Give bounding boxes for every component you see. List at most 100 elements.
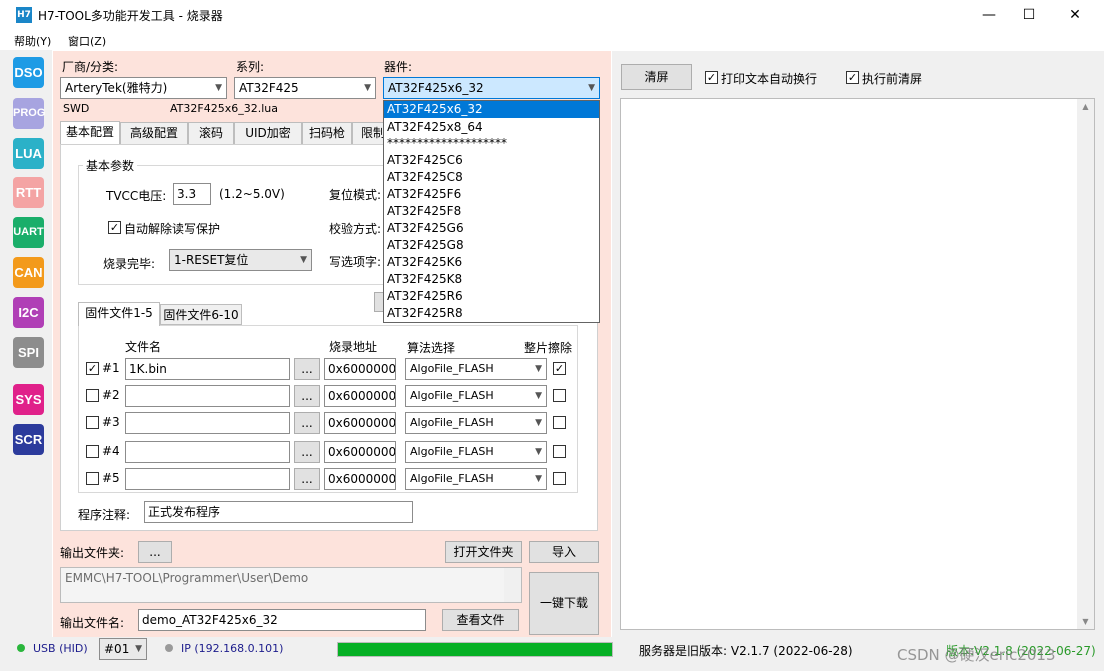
address-input[interactable]: 0x60000000 xyxy=(324,358,396,380)
device-select[interactable]: AT32F425x6_32 ▼ xyxy=(383,77,600,99)
address-header: 烧录地址 xyxy=(329,340,378,354)
ip-status: IP (192.168.0.101) xyxy=(181,642,284,655)
auto-wrap-checkbox[interactable]: ✓ xyxy=(705,71,718,84)
sidebar-button-spi[interactable]: SPI xyxy=(13,337,44,368)
lua-file-label: AT32F425x6_32.lua xyxy=(170,102,278,115)
output-folder-browse-button[interactable]: ... xyxy=(138,541,172,563)
file-enable-checkbox[interactable] xyxy=(86,472,99,485)
chevron-down-icon: ▼ xyxy=(135,644,142,654)
window-title: H7-TOOL多功能开发工具 - 烧录器 xyxy=(38,9,223,23)
filename-header: 文件名 xyxy=(125,340,162,354)
file-enable-checkbox[interactable]: ✓ xyxy=(86,362,99,375)
comment-label: 程序注释: xyxy=(78,508,131,522)
log-output[interactable]: ▲ ▼ xyxy=(620,98,1095,630)
tab-uid-encrypt[interactable]: UID加密 xyxy=(234,122,302,145)
menu-window[interactable]: 窗口(Z) xyxy=(68,33,106,49)
address-input[interactable]: 0x60000000 xyxy=(324,468,396,490)
sidebar-button-i2c[interactable]: I2C xyxy=(13,297,44,328)
algorithm-select[interactable]: AlgoFile_FLASH ▼ xyxy=(405,385,547,407)
erase-checkbox[interactable] xyxy=(553,389,566,402)
dropdown-option[interactable]: AT32F425x8_64 xyxy=(384,119,599,136)
output-name-input[interactable]: demo_AT32F425x6_32 xyxy=(138,609,426,631)
algorithm-select[interactable]: AlgoFile_FLASH ▼ xyxy=(405,358,547,380)
algorithm-select[interactable]: AlgoFile_FLASH ▼ xyxy=(405,468,547,490)
dropdown-option[interactable]: AT32F425C6 xyxy=(384,152,599,169)
address-input[interactable]: 0x60000000 xyxy=(324,441,396,463)
algorithm-select[interactable]: AlgoFile_FLASH ▼ xyxy=(405,412,547,434)
tab-scanner[interactable]: 扫码枪 xyxy=(302,122,352,145)
close-button[interactable]: ✕ xyxy=(1052,0,1098,30)
algorithm-select[interactable]: AlgoFile_FLASH ▼ xyxy=(405,441,547,463)
browse-file-button[interactable]: ... xyxy=(294,358,320,380)
clear-screen-button[interactable]: 清屏 xyxy=(621,64,692,90)
filename-input[interactable] xyxy=(125,468,290,490)
dropdown-option[interactable]: ******************** xyxy=(384,135,599,152)
dropdown-option[interactable]: AT32F425F6 xyxy=(384,186,599,203)
address-input[interactable]: 0x60000000 xyxy=(324,385,396,407)
sidebar-button-lua[interactable]: LUA xyxy=(13,138,44,169)
dropdown-option[interactable]: AT32F425C8 xyxy=(384,169,599,186)
auto-unlock-checkbox[interactable]: ✓ xyxy=(108,221,121,234)
auto-unlock-label: 自动解除读写保护 xyxy=(124,222,221,236)
one-click-download-button[interactable]: 一键下载 xyxy=(529,572,599,635)
log-scrollbar[interactable]: ▲ ▼ xyxy=(1077,99,1094,629)
comment-input[interactable]: 正式发布程序 xyxy=(144,501,413,523)
maximize-button[interactable]: ☐ xyxy=(1006,0,1052,30)
browse-file-button[interactable]: ... xyxy=(294,468,320,490)
sidebar-button-sys[interactable]: SYS xyxy=(13,384,44,415)
filename-input[interactable] xyxy=(125,412,290,434)
algorithm-header: 算法选择 xyxy=(407,341,456,355)
series-label: 系列: xyxy=(236,60,265,74)
browse-file-button[interactable]: ... xyxy=(294,412,320,434)
vendor-select[interactable]: ArteryTek(雅特力) ▼ xyxy=(60,77,227,99)
file-enable-checkbox[interactable] xyxy=(86,445,99,458)
dropdown-option[interactable]: AT32F425x6_32 xyxy=(384,101,599,118)
tab-rolling-code[interactable]: 滚码 xyxy=(188,122,234,145)
dropdown-option[interactable]: AT32F425F8 xyxy=(384,203,599,220)
dropdown-option[interactable]: AT32F425K8 xyxy=(384,271,599,288)
tvcc-input[interactable]: 3.3 xyxy=(173,183,211,205)
sidebar-button-dso[interactable]: DSO xyxy=(13,57,44,88)
tab-firmware-6-10[interactable]: 固件文件6-10 xyxy=(160,304,242,325)
open-folder-button[interactable]: 打开文件夹 xyxy=(445,541,522,563)
import-button[interactable]: 导入 xyxy=(529,541,599,563)
file-enable-checkbox[interactable] xyxy=(86,416,99,429)
tab-advanced[interactable]: 高级配置 xyxy=(120,122,188,145)
sidebar-button-uart[interactable]: UART xyxy=(13,217,44,248)
sidebar-button-scr[interactable]: SCR xyxy=(13,424,44,455)
browse-file-button[interactable]: ... xyxy=(294,441,320,463)
sidebar-button-rtt[interactable]: RTT xyxy=(13,177,44,208)
tab-firmware-1-5[interactable]: 固件文件1-5 xyxy=(78,302,160,326)
tab-basic[interactable]: 基本配置 xyxy=(60,121,120,145)
vendor-label: 厂商/分类: xyxy=(62,60,119,74)
filename-input[interactable] xyxy=(125,441,290,463)
done-select[interactable]: 1-RESET复位 ▼ xyxy=(169,249,312,271)
sidebar-button-prog[interactable]: PROG xyxy=(13,98,45,129)
erase-checkbox[interactable] xyxy=(553,445,566,458)
path-scrollbar[interactable] xyxy=(504,568,521,602)
browse-file-button[interactable]: ... xyxy=(294,385,320,407)
dropdown-option[interactable]: AT32F425R8 xyxy=(384,305,599,322)
view-file-button[interactable]: 查看文件 xyxy=(442,609,519,631)
file-index: #3 xyxy=(102,415,120,429)
file-enable-checkbox[interactable] xyxy=(86,389,99,402)
erase-checkbox[interactable] xyxy=(553,416,566,429)
dropdown-option[interactable]: AT32F425K6 xyxy=(384,254,599,271)
erase-checkbox[interactable]: ✓ xyxy=(553,362,566,375)
chevron-down-icon: ▼ xyxy=(588,83,595,93)
address-input[interactable]: 0x60000000 xyxy=(324,412,396,434)
menu-bar: 帮助(Y) 窗口(Z) xyxy=(0,30,1104,50)
port-select[interactable]: #01 ▼ xyxy=(99,638,147,660)
dropdown-option[interactable]: AT32F425G6 xyxy=(384,220,599,237)
sidebar-button-can[interactable]: CAN xyxy=(13,257,44,288)
output-folder-label: 输出文件夹: xyxy=(60,546,125,560)
dropdown-option[interactable]: AT32F425G8 xyxy=(384,237,599,254)
series-select[interactable]: AT32F425 ▼ xyxy=(234,77,376,99)
filename-input[interactable]: 1K.bin xyxy=(125,358,290,380)
device-dropdown-list[interactable]: AT32F425x6_32 AT32F425x8_64 **************… xyxy=(383,100,600,323)
clear-before-checkbox[interactable]: ✓ xyxy=(846,71,859,84)
erase-checkbox[interactable] xyxy=(553,472,566,485)
dropdown-option[interactable]: AT32F425R6 xyxy=(384,288,599,305)
menu-help[interactable]: 帮助(Y) xyxy=(14,33,51,49)
filename-input[interactable] xyxy=(125,385,290,407)
